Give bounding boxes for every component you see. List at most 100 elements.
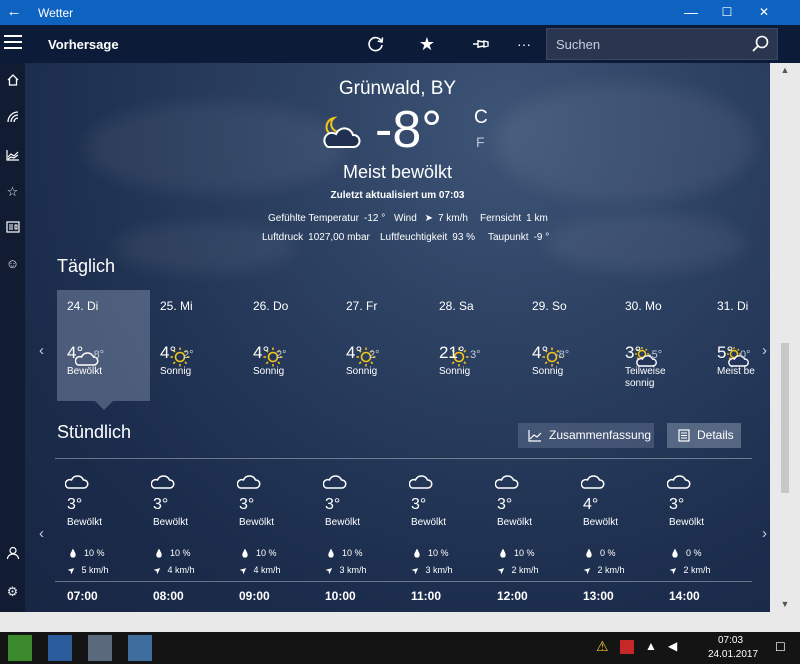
- wind-value: 7 km/h: [437, 213, 468, 224]
- day-condition: Sonnig: [439, 366, 471, 377]
- volume-icon[interactable]: ◀: [668, 639, 677, 653]
- notification-center-icon[interactable]: ☐: [775, 640, 786, 654]
- day-date: 24. Di: [67, 299, 99, 313]
- hour-column[interactable]: 3° Bewölkt 💧 10 % ➤ 2 km/h 12:00: [485, 468, 571, 612]
- hour-column[interactable]: 3° Bewölkt 💧 0 % ➤ 2 km/h 14:00: [657, 468, 743, 612]
- hourly-title: Stündlich: [57, 422, 132, 442]
- hour-precipitation: 💧 0 %: [584, 548, 615, 558]
- summary-button-label: Zusammenfassung: [549, 428, 652, 442]
- hour-column[interactable]: 3° Bewölkt 💧 10 % ➤ 4 km/h 08:00: [141, 468, 227, 612]
- nav-rail: ☆ ☺ ⚙: [0, 63, 25, 612]
- hour-time: 09:00: [239, 589, 270, 603]
- hour-condition: Bewölkt: [325, 517, 361, 528]
- day-high-temp: 4°: [253, 343, 270, 362]
- day-card[interactable]: 24. Di 4° -8° Bewölkt: [57, 290, 150, 401]
- dewpoint: Taupunkt -9 °: [488, 232, 549, 243]
- scroll-down-arrow-icon[interactable]: ▼: [778, 599, 792, 609]
- day-card[interactable]: 29. So 4° -8° Sonnig: [522, 290, 615, 401]
- taskbar-app-icon[interactable]: [88, 635, 112, 661]
- account-icon[interactable]: [3, 544, 22, 563]
- antivirus-tray-icon[interactable]: [620, 640, 634, 654]
- visibility-value: 1 km: [526, 213, 548, 224]
- hour-column[interactable]: 3° Bewölkt 💧 10 % ➤ 3 km/h 11:00: [399, 468, 485, 612]
- day-condition: Sonnig: [160, 366, 192, 377]
- daily-prev-chevron-icon[interactable]: ‹: [39, 342, 44, 359]
- scroll-thumb[interactable]: [781, 343, 789, 493]
- home-icon[interactable]: [3, 71, 22, 90]
- cloudy-icon: [408, 469, 433, 491]
- close-button[interactable]: ✕: [748, 0, 780, 25]
- summary-button[interactable]: Zusammenfassung: [518, 423, 654, 448]
- hour-wind-speed: 3 km/h: [339, 565, 367, 575]
- unit-fahrenheit[interactable]: F: [476, 134, 485, 150]
- day-date: 26. Do: [253, 299, 289, 313]
- pin-icon[interactable]: [466, 31, 496, 57]
- scroll-up-arrow-icon[interactable]: ▲: [778, 65, 792, 75]
- favorites-icon[interactable]: ☆: [3, 182, 22, 201]
- hour-column[interactable]: 3° Bewölkt 💧 10 % ➤ 3 km/h 10:00: [313, 468, 399, 612]
- day-high-temp: 4°: [67, 343, 84, 362]
- day-high-temp: 21°: [439, 343, 465, 362]
- unit-celsius[interactable]: C: [474, 107, 488, 129]
- taskbar-date[interactable]: 24.01.2017: [708, 649, 758, 660]
- smiley-icon[interactable]: ☺: [3, 254, 22, 273]
- day-high-temp: 5°: [717, 343, 734, 362]
- details-button[interactable]: Details: [667, 423, 741, 448]
- wind-label: Wind: [394, 213, 417, 224]
- network-icon[interactable]: ▲: [645, 639, 657, 653]
- maximize-button[interactable]: ☐: [711, 0, 743, 25]
- day-card[interactable]: 26. Do 4° 2° Sonnig: [243, 290, 336, 401]
- day-card[interactable]: 31. Di 5° 0° Meist be: [707, 290, 770, 401]
- hour-wind-speed: 2 km/h: [683, 565, 711, 575]
- warning-icon[interactable]: ⚠: [596, 638, 609, 655]
- search-icon[interactable]: [751, 35, 769, 53]
- news-icon[interactable]: [3, 218, 22, 237]
- scrollbar[interactable]: ▲ ▼: [770, 63, 800, 612]
- day-card[interactable]: 30. Mo 3° -5° Teilweise sonnig: [615, 290, 708, 401]
- cloudy-icon: [236, 475, 261, 489]
- hour-wind: ➤ 2 km/h: [667, 564, 711, 577]
- minimize-button[interactable]: —: [675, 0, 707, 25]
- hour-column[interactable]: 3° Bewölkt 💧 10 % ➤ 4 km/h 09:00: [227, 468, 313, 612]
- radar-icon[interactable]: [3, 108, 22, 127]
- taskbar-app-icon[interactable]: [48, 635, 72, 661]
- humidity-value: 93 %: [452, 232, 476, 243]
- hour-condition: Bewölkt: [153, 517, 189, 528]
- raindrop-icon: 💧: [584, 549, 594, 558]
- visibility-label: Fernsicht: [480, 213, 522, 224]
- back-arrow-icon[interactable]: ←: [4, 3, 24, 21]
- chart-icon[interactable]: [3, 146, 22, 165]
- taskbar-app-icon[interactable]: [8, 635, 32, 661]
- day-card[interactable]: 28. Sa 21° 3° Sonnig: [429, 290, 522, 401]
- hourly-divider-top: [55, 458, 752, 459]
- cloudy-icon: [408, 475, 433, 489]
- wind-arrow-icon: ➤: [581, 563, 594, 577]
- search-box[interactable]: Suchen: [546, 28, 778, 60]
- cloudy-icon: [666, 469, 691, 491]
- hamburger-menu-icon[interactable]: [4, 35, 22, 49]
- refresh-icon[interactable]: [361, 31, 391, 57]
- star-icon[interactable]: ★: [412, 31, 442, 57]
- pressure: Luftdruck 1027,00 mbar: [262, 232, 370, 243]
- day-condition: Bewölkt: [67, 366, 103, 377]
- day-card[interactable]: 27. Fr 4° 2° Sonnig: [336, 290, 429, 401]
- hourly-next-chevron-icon[interactable]: ›: [762, 525, 767, 542]
- hour-column[interactable]: 3° Bewölkt 💧 10 % ➤ 5 km/h 07:00: [55, 468, 141, 612]
- wind-arrow-icon: ➤: [495, 563, 508, 577]
- settings-icon[interactable]: ⚙: [3, 582, 22, 601]
- day-high-temp: 3°: [625, 343, 642, 362]
- hour-precipitation: 💧 10 %: [240, 548, 276, 558]
- day-low-temp: 2°: [183, 349, 194, 361]
- day-date: 27. Fr: [346, 299, 378, 313]
- hour-column[interactable]: 4° Bewölkt 💧 0 % ➤ 2 km/h 13:00: [571, 468, 657, 612]
- day-card[interactable]: 25. Mi 4° 2° Sonnig: [150, 290, 243, 401]
- taskbar-app-icon[interactable]: [128, 635, 152, 661]
- hourly-prev-chevron-icon[interactable]: ‹: [39, 525, 44, 542]
- feels-like: Gefühlte Temperatur -12 °: [268, 213, 385, 224]
- more-options-button[interactable]: ···: [509, 31, 539, 57]
- cloudy-icon: [150, 475, 175, 489]
- hour-wind: ➤ 5 km/h: [65, 564, 108, 577]
- taskbar-clock[interactable]: 07:03: [718, 635, 743, 646]
- partly-cloudy-icon: [624, 318, 657, 367]
- cloudy-icon: [494, 475, 519, 489]
